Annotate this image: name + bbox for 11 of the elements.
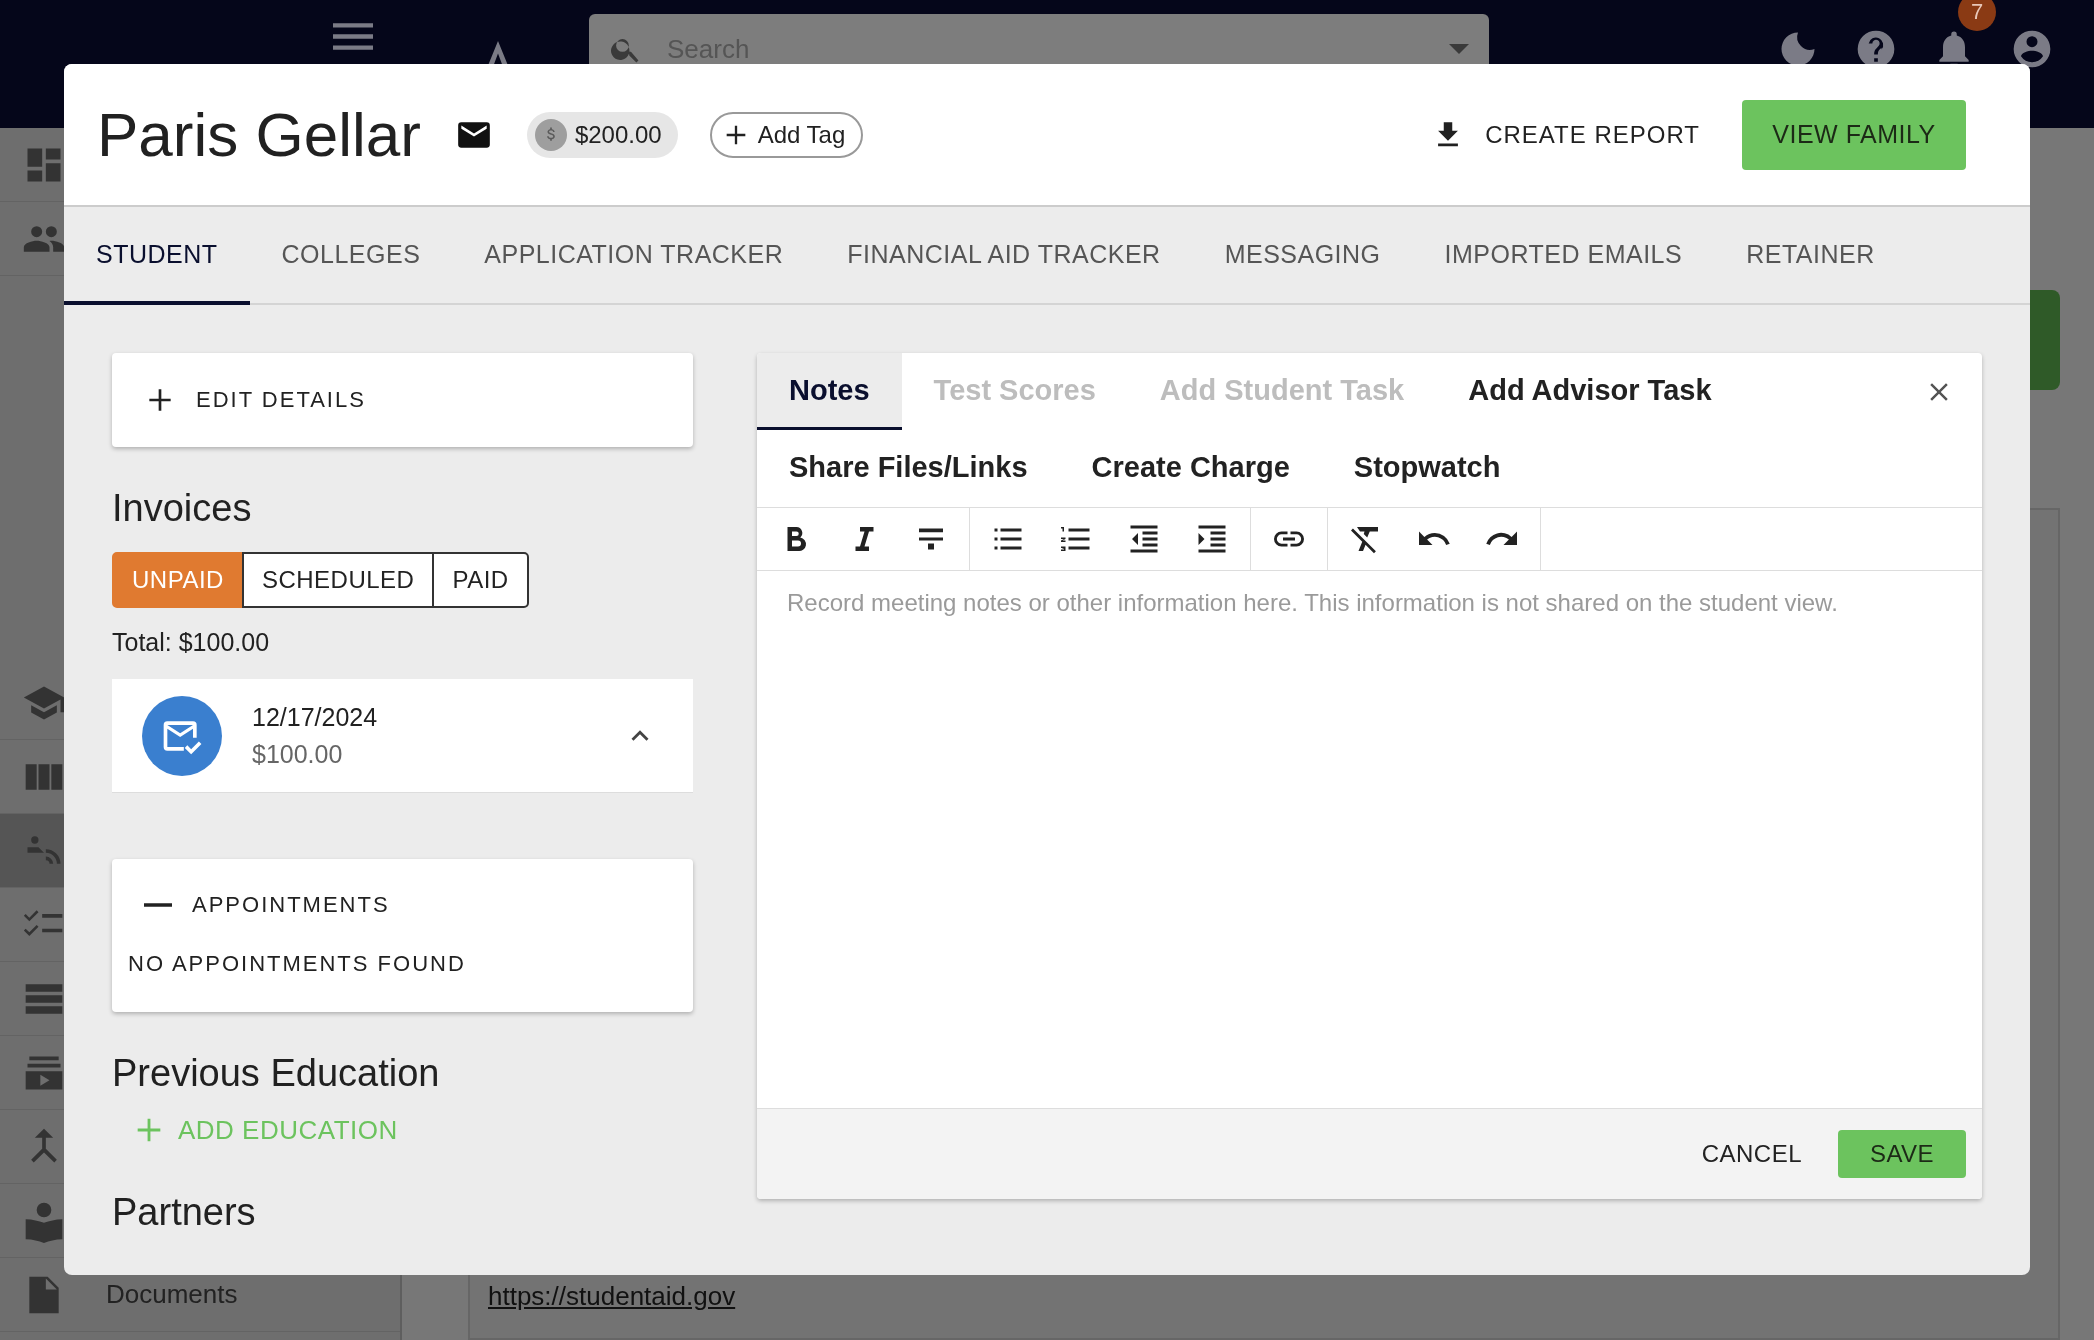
editor-placeholder: Record meeting notes or other information here. This information is not shared on the student view. <box>787 589 1838 616</box>
section-heading: Partners <box>112 1191 257 1234</box>
empty-message: NO APPOINTMENTS FOUND <box>128 951 467 977</box>
student-name: Paris Gellar <box>97 99 421 170</box>
section-heading: Invoices <box>112 487 253 530</box>
balance-amount: $200.00 <box>574 120 662 149</box>
notification-badge: 7 <box>1958 0 1996 31</box>
invoice-date: 12/17/2024 <box>252 702 379 732</box>
invoice-total: Total: $100.00 <box>112 628 271 657</box>
invoice-amount: $100.00 <box>252 739 344 769</box>
section-heading: Previous Education <box>112 1052 441 1095</box>
